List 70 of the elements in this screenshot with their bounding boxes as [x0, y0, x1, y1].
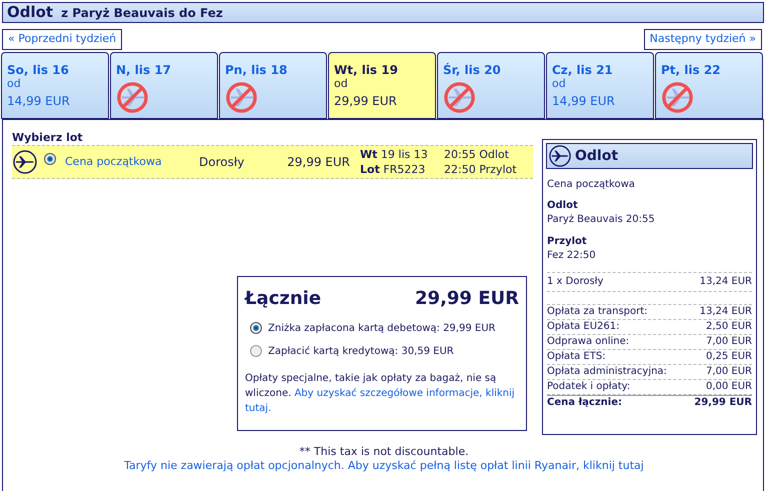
fee-amount: 13,24 EUR	[700, 305, 752, 319]
from-label: od	[334, 77, 349, 91]
grand-total-label: Cena łącznie:	[547, 396, 622, 410]
departure-info: Paryż Beauvais 20:55	[547, 213, 656, 227]
no-flights-icon	[443, 81, 476, 114]
fees-note: Opłaty specjalne, takie jak opłaty za bagaż, nie są wliczone. Aby uzyskać szczegółowe informacje, kliknij tutaj.	[245, 372, 516, 416]
day-label: So, lis 16	[7, 63, 70, 77]
no-flights-icon	[225, 81, 258, 114]
day-tab[interactable]: So, lis 16 od 14,99 EUR	[1, 52, 109, 119]
day-price: 14,99 EUR	[552, 93, 616, 110]
route: z Paryż Beauvais do Fez	[61, 4, 223, 22]
day-tab[interactable]: Wt, lis 19 od 29,99 EUR	[328, 52, 436, 119]
day-price: 14,99 EUR	[7, 93, 71, 110]
plane-icon	[13, 150, 37, 174]
fee-amount: 7,00 EUR	[706, 365, 752, 379]
passenger-label: 1 x Dorosły	[547, 275, 604, 289]
no-flights-icon	[661, 81, 694, 114]
next-week-link[interactable]: Następny tydzień »	[644, 29, 762, 50]
summary-title: Odlot	[575, 146, 618, 166]
grand-total-amount: 29,99 EUR	[694, 396, 752, 410]
flight-row[interactable]: Cena początkowa Dorosły 29,99 EUR Wt 19 lis 13 Lot FR5223 20:55 Odlot 22:50 Przylot	[12, 145, 533, 179]
payment-option: Zapłacić kartą kredytową: 30,59 EUR	[268, 344, 454, 359]
departure-time: 20:55 Odlot	[444, 147, 510, 162]
fees-link[interactable]: Taryfy nie zawierają opłat opcjonalnych. Aby uzyskać pełną listę opłat linii Ryanair, kliknij tutaj	[124, 459, 644, 473]
payment-radio[interactable]	[250, 322, 262, 334]
flight-date: Wt 19 lis 13	[360, 147, 429, 162]
day-tab[interactable]: Cz, lis 21 od 14,99 EUR	[546, 52, 654, 119]
fare-type: Cena początkowa	[65, 154, 163, 170]
fee-amount: 7,00 EUR	[706, 335, 752, 349]
day-tab[interactable]: Pt, lis 22	[655, 52, 763, 119]
previous-week-link[interactable]: « Poprzedni tydzień	[2, 29, 122, 50]
fee-amount: 0,25 EUR	[706, 350, 752, 364]
arrival-time: 22:50 Przylot	[444, 162, 517, 177]
fee-amount: 2,50 EUR	[706, 320, 752, 334]
passenger-amount: 13,24 EUR	[700, 275, 752, 289]
flight-number: Lot FR5223	[360, 162, 426, 177]
flight-radio[interactable]	[44, 153, 56, 166]
flight-price: 29,99 EUR	[286, 154, 350, 171]
day-label: N, lis 17	[116, 63, 172, 77]
total-amount: 29,99 EUR	[415, 287, 519, 311]
from-label: od	[552, 77, 567, 91]
arrival-label: Przylot	[547, 235, 588, 249]
passenger-type: Dorosły	[199, 154, 246, 171]
from-label: od	[7, 77, 22, 91]
payment-option: Zniżka zapłacona kartą debetową: 29,99 EUR	[268, 321, 496, 336]
no-flights-icon	[116, 81, 149, 114]
day-label: Cz, lis 21	[552, 63, 614, 77]
day-label: Pn, lis 18	[225, 63, 288, 77]
total-label: Łącznie	[245, 287, 322, 311]
day-label: Pt, lis 22	[661, 63, 722, 77]
day-price: 29,99 EUR	[334, 93, 398, 110]
day-tab[interactable]: Pn, lis 18	[219, 52, 327, 119]
fee-label: Odprawa online:	[547, 335, 630, 349]
day-tab[interactable]: N, lis 17	[110, 52, 218, 119]
fare-type: Cena początkowa	[547, 178, 636, 192]
fee-label: Opłata ETS:	[547, 350, 607, 364]
fee-amount: 0,00 EUR	[706, 380, 752, 394]
departure-label: Odlot	[547, 199, 579, 213]
fee-label: Opłata administracyjna:	[547, 365, 667, 379]
fee-label: Opłata za transport:	[547, 305, 649, 319]
title: Odlot	[7, 2, 54, 24]
day-tab[interactable]: Śr, lis 20	[437, 52, 545, 119]
day-label: Wt, lis 19	[334, 63, 399, 77]
payment-radio[interactable]	[250, 345, 262, 357]
section-heading: Wybierz lot	[12, 131, 84, 145]
fee-label: Opłata EU261:	[547, 320, 621, 334]
fee-label: Podatek i opłaty:	[547, 380, 632, 394]
tax-note: ** This tax is not discountable.	[299, 445, 469, 459]
day-label: Śr, lis 20	[443, 63, 502, 77]
arrival-info: Fez 22:50	[547, 249, 597, 263]
